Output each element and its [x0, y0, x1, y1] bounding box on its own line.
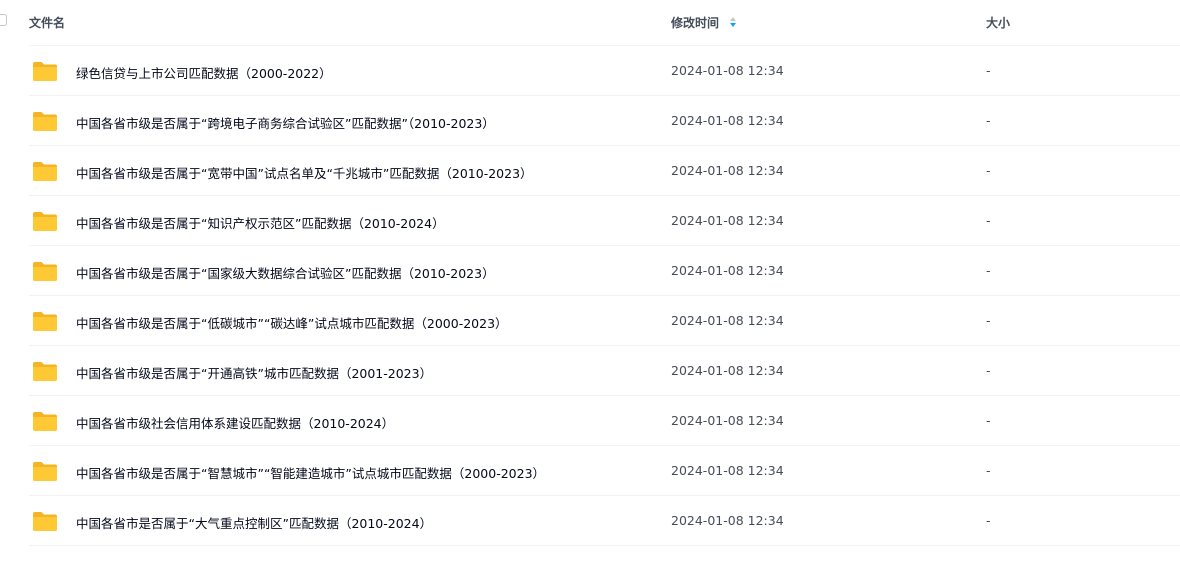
folder-icon: [33, 162, 57, 181]
file-row[interactable]: 中国各省市级是否属于“国家级大数据综合试验区”匹配数据（2010-2023） 2…: [0, 246, 1180, 296]
file-modified-time: 2024-01-08 12:34: [671, 313, 784, 328]
sort-icon[interactable]: [729, 15, 737, 29]
file-name[interactable]: 中国各省市级是否属于“宽带中国”试点名单及“千兆城市”匹配数据（2010-202…: [76, 163, 533, 182]
file-list: 绿色信贷与上市公司匹配数据（2000-2022） 2024-01-08 12:3…: [0, 46, 1180, 546]
file-row[interactable]: 中国各省市级是否属于“开通高铁”城市匹配数据（2001-2023） 2024-0…: [0, 346, 1180, 396]
select-all-checkbox[interactable]: [0, 14, 7, 26]
file-row[interactable]: 中国各省市是否属于“大气重点控制区”匹配数据（2010-2024） 2024-0…: [0, 496, 1180, 546]
file-size: -: [986, 263, 991, 278]
file-row[interactable]: 绿色信贷与上市公司匹配数据（2000-2022） 2024-01-08 12:3…: [0, 46, 1180, 96]
file-row[interactable]: 中国各省市级是否属于“知识产权示范区”匹配数据（2010-2024） 2024-…: [0, 196, 1180, 246]
folder-icon: [33, 212, 57, 231]
file-modified-time: 2024-01-08 12:34: [671, 513, 784, 528]
file-size: -: [986, 113, 991, 128]
file-name[interactable]: 中国各省市级社会信用体系建设匹配数据（2010-2024）: [76, 413, 394, 432]
column-header-size[interactable]: 大小: [986, 14, 1010, 31]
file-size: -: [986, 363, 991, 378]
file-modified-time: 2024-01-08 12:34: [671, 463, 784, 478]
file-name[interactable]: 中国各省市级是否属于“开通高铁”城市匹配数据（2001-2023）: [76, 363, 432, 382]
file-row[interactable]: 中国各省市级是否属于“跨境电子商务综合试验区”匹配数据”（2010-2023） …: [0, 96, 1180, 146]
file-modified-time: 2024-01-08 12:34: [671, 263, 784, 278]
file-size: -: [986, 213, 991, 228]
folder-icon: [33, 312, 57, 331]
file-name[interactable]: 中国各省市级是否属于“国家级大数据综合试验区”匹配数据（2010-2023）: [76, 263, 495, 282]
file-modified-time: 2024-01-08 12:34: [671, 63, 784, 78]
file-row[interactable]: 中国各省市级社会信用体系建设匹配数据（2010-2024） 2024-01-08…: [0, 396, 1180, 446]
file-size: -: [986, 163, 991, 178]
file-modified-time: 2024-01-08 12:34: [671, 163, 784, 178]
file-name[interactable]: 绿色信贷与上市公司匹配数据（2000-2022）: [76, 63, 332, 82]
folder-icon: [33, 112, 57, 131]
file-size: -: [986, 513, 991, 528]
folder-icon: [33, 362, 57, 381]
file-name[interactable]: 中国各省市级是否属于“智慧城市”“智能建造城市”试点城市匹配数据（2000-20…: [76, 463, 545, 482]
file-name[interactable]: 中国各省市级是否属于“跨境电子商务综合试验区”匹配数据”（2010-2023）: [76, 113, 495, 132]
file-size: -: [986, 413, 991, 428]
file-name[interactable]: 中国各省市是否属于“大气重点控制区”匹配数据（2010-2024）: [76, 513, 432, 532]
folder-icon: [33, 462, 57, 481]
column-header-time[interactable]: 修改时间: [671, 14, 719, 31]
folder-icon: [33, 262, 57, 281]
file-row[interactable]: 中国各省市级是否属于“低碳城市”“碳达峰”试点城市匹配数据（2000-2023）…: [0, 296, 1180, 346]
file-modified-time: 2024-01-08 12:34: [671, 213, 784, 228]
file-row[interactable]: 中国各省市级是否属于“智慧城市”“智能建造城市”试点城市匹配数据（2000-20…: [0, 446, 1180, 496]
file-name[interactable]: 中国各省市级是否属于“低碳城市”“碳达峰”试点城市匹配数据（2000-2023）: [76, 313, 508, 332]
file-modified-time: 2024-01-08 12:34: [671, 113, 784, 128]
file-name[interactable]: 中国各省市级是否属于“知识产权示范区”匹配数据（2010-2024）: [76, 213, 445, 232]
folder-icon: [33, 62, 57, 81]
file-size: -: [986, 463, 991, 478]
folder-icon: [33, 512, 57, 531]
file-row[interactable]: 中国各省市级是否属于“宽带中国”试点名单及“千兆城市”匹配数据（2010-202…: [0, 146, 1180, 196]
file-modified-time: 2024-01-08 12:34: [671, 413, 784, 428]
folder-icon: [33, 412, 57, 431]
file-size: -: [986, 63, 991, 78]
file-size: -: [986, 313, 991, 328]
column-header-name[interactable]: 文件名: [29, 14, 65, 31]
file-list-header: 文件名 修改时间 大小: [0, 0, 1180, 44]
file-modified-time: 2024-01-08 12:34: [671, 363, 784, 378]
